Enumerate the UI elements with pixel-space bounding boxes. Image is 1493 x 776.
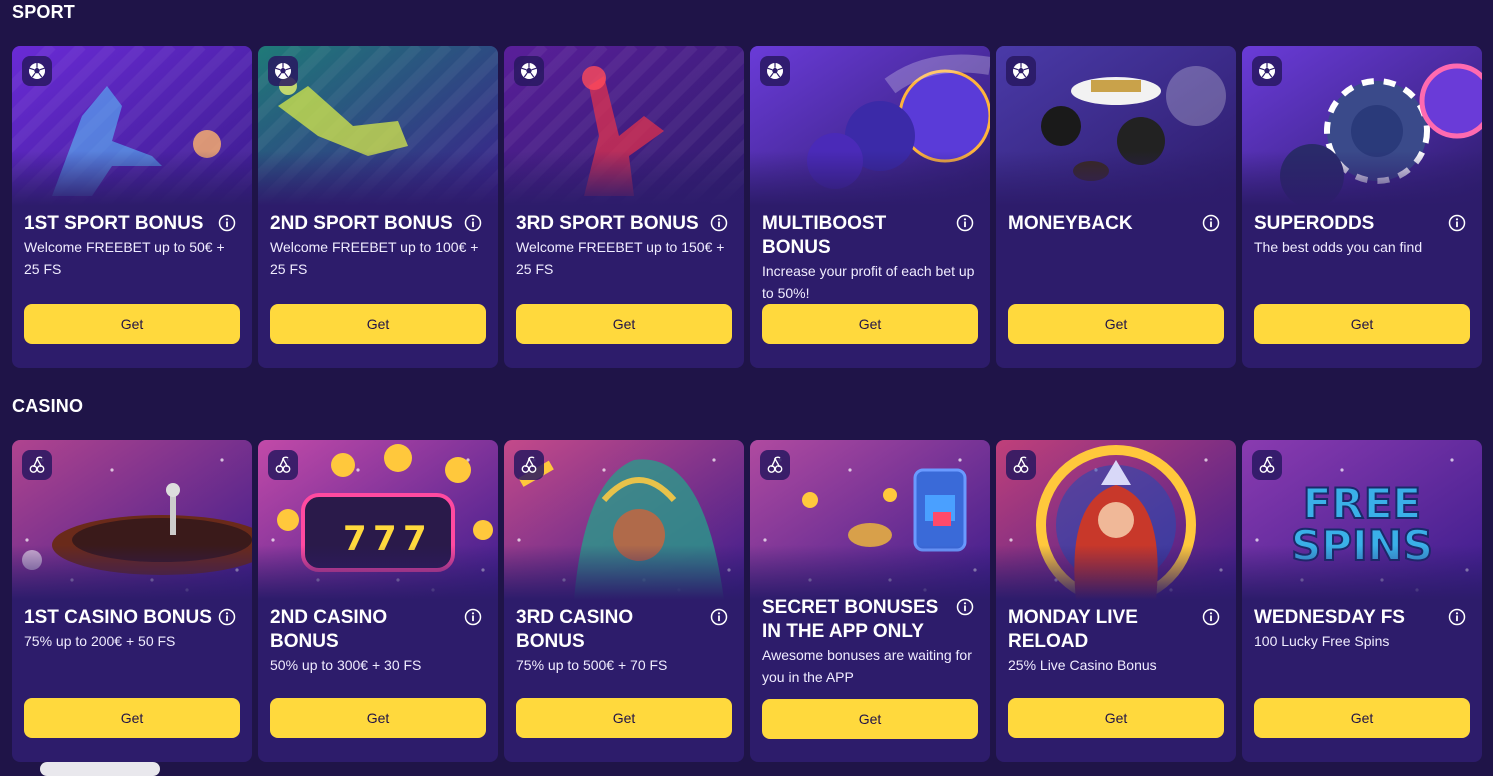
bonus-card-3rd-casino-bonus: 3RD CASINO BONUS 75% up to 500€ + 70 FS Ge… — [504, 440, 744, 762]
get-bonus-button[interactable]: Get — [1254, 698, 1470, 738]
get-bonus-button[interactable]: Get — [516, 304, 732, 344]
cherries-icon — [1252, 450, 1282, 480]
bonus-card-description: 75% up to 200€ + 50 FS — [24, 633, 176, 649]
info-icon[interactable] — [218, 608, 236, 626]
cherries-icon — [514, 450, 544, 480]
bonus-card-title: MULTIBOOST BONUS — [762, 213, 887, 258]
bonus-card-superodds: SUPERODDS The best odds you can find Get — [1242, 46, 1482, 368]
bonus-card-moneyback: MONEYBACK Get — [996, 46, 1236, 368]
get-bonus-button[interactable]: Get — [762, 304, 978, 344]
info-icon[interactable] — [218, 214, 236, 232]
info-icon[interactable] — [1448, 608, 1466, 626]
get-bonus-button[interactable]: Get — [24, 698, 240, 738]
get-bonus-button[interactable]: Get — [24, 304, 240, 344]
info-icon[interactable] — [710, 608, 728, 626]
bonus-card-title: SECRET BONUSES IN THE APP ONLY — [762, 597, 939, 642]
bonus-card-description: 50% up to 300€ + 30 FS — [270, 657, 422, 673]
bonus-card-title: MONEYBACK — [1008, 213, 1133, 234]
bonus-card-title: SUPERODDS — [1254, 213, 1375, 234]
svg-text:7: 7 — [373, 519, 397, 559]
bonus-card-1st-sport-bonus: 1ST SPORT BONUS Welcome FREEBET up to 50€… — [12, 46, 252, 368]
bonus-card-description: Welcome FREEBET up to 50€ + 25 FS — [24, 239, 225, 277]
get-bonus-button[interactable]: Get — [516, 698, 732, 738]
soccer-ball-icon — [760, 56, 790, 86]
bonus-card-title: 1ST CASINO BONUS — [24, 607, 212, 628]
bonus-card-description: Increase your profit of each bet up to 5… — [762, 263, 975, 301]
svg-text:7: 7 — [403, 519, 427, 559]
bonus-card-description: Welcome FREEBET up to 100€ + 25 FS — [270, 239, 479, 277]
bonus-card-description: 100 Lucky Free Spins — [1254, 633, 1390, 649]
cherries-icon — [268, 450, 298, 480]
cherries-icon — [22, 450, 52, 480]
bonus-card-title: MONDAY LIVE RELOAD — [1008, 607, 1138, 652]
svg-text:7: 7 — [343, 519, 367, 559]
get-bonus-button[interactable]: Get — [1254, 304, 1470, 344]
section-title-casino: CASINO — [12, 396, 84, 416]
bonus-card-1st-casino-bonus: 1ST CASINO BONUS 75% up to 200€ + 50 FS Ge… — [12, 440, 252, 762]
soccer-ball-icon — [268, 56, 298, 86]
get-bonus-button[interactable]: Get — [762, 699, 978, 739]
info-icon[interactable] — [956, 214, 974, 232]
casino-bonus-grid: 1ST CASINO BONUS 75% up to 200€ + 50 FS Ge… — [12, 440, 1482, 762]
soccer-ball-icon — [1006, 56, 1036, 86]
cherries-icon — [1006, 450, 1036, 480]
bonus-card-description: 25% Live Casino Bonus — [1008, 657, 1157, 673]
info-icon[interactable] — [1202, 608, 1220, 626]
bonus-card-title: 2ND CASINO BONUS — [270, 607, 388, 652]
free-spins-art-word-2: SPINS — [1291, 521, 1433, 570]
get-bonus-button[interactable]: Get — [270, 698, 486, 738]
section-title-sport: SPORT — [12, 2, 76, 22]
sport-bonus-grid: 1ST SPORT BONUS Welcome FREEBET up to 50€… — [12, 46, 1482, 368]
bonus-card-title: 1ST SPORT BONUS — [24, 213, 204, 234]
info-icon[interactable] — [464, 608, 482, 626]
bonus-card-title: 3RD SPORT BONUS — [516, 213, 699, 234]
bonus-card-description: The best odds you can find — [1254, 239, 1423, 255]
get-bonus-button[interactable]: Get — [1008, 304, 1224, 344]
bonus-card-description: Welcome FREEBET up to 150€ + 25 FS — [516, 239, 725, 277]
bonus-card-secret-bonuses-in-the-app-only: SECRET BONUSES IN THE APP ONLY Awesome bo… — [750, 440, 990, 762]
bonus-card-monday-live-reload: MONDAY LIVE RELOAD 25% Live Casino Bonus G… — [996, 440, 1236, 762]
info-icon[interactable] — [464, 214, 482, 232]
bonus-card-wednesday-fs: FREE SPINS WEDNESDAY FS 100 Lucky Free Spin… — [1242, 440, 1482, 762]
info-icon[interactable] — [1202, 214, 1220, 232]
get-bonus-button[interactable]: Get — [1008, 698, 1224, 738]
soccer-ball-icon — [1252, 56, 1282, 86]
bonus-card-2nd-casino-bonus: 7 7 7 2ND CASINO BONUS 50% up to 300€ + 30 F… — [258, 440, 498, 762]
bonus-card-description: 75% up to 500€ + 70 FS — [516, 657, 668, 673]
bonus-card-title: 2ND SPORT BONUS — [270, 213, 453, 234]
get-bonus-button[interactable]: Get — [270, 304, 486, 344]
bonus-card-description: Awesome bonuses are waiting for you in t… — [762, 647, 972, 685]
bonus-card-multiboost-bonus: MULTIBOOST BONUS Increase your profit of … — [750, 46, 990, 368]
bonus-card-2nd-sport-bonus: 2ND SPORT BONUS Welcome FREEBET up to 100… — [258, 46, 498, 368]
info-icon[interactable] — [710, 214, 728, 232]
bonus-card-title: WEDNESDAY FS — [1254, 607, 1405, 628]
next-section-hint — [40, 762, 160, 776]
info-icon[interactable] — [956, 598, 974, 616]
cherries-icon — [760, 450, 790, 480]
bonus-card-title: 3RD CASINO BONUS — [516, 607, 634, 652]
soccer-ball-icon — [514, 56, 544, 86]
soccer-ball-icon — [22, 56, 52, 86]
bonus-card-3rd-sport-bonus: 3RD SPORT BONUS Welcome FREEBET up to 150… — [504, 46, 744, 368]
info-icon[interactable] — [1448, 214, 1466, 232]
